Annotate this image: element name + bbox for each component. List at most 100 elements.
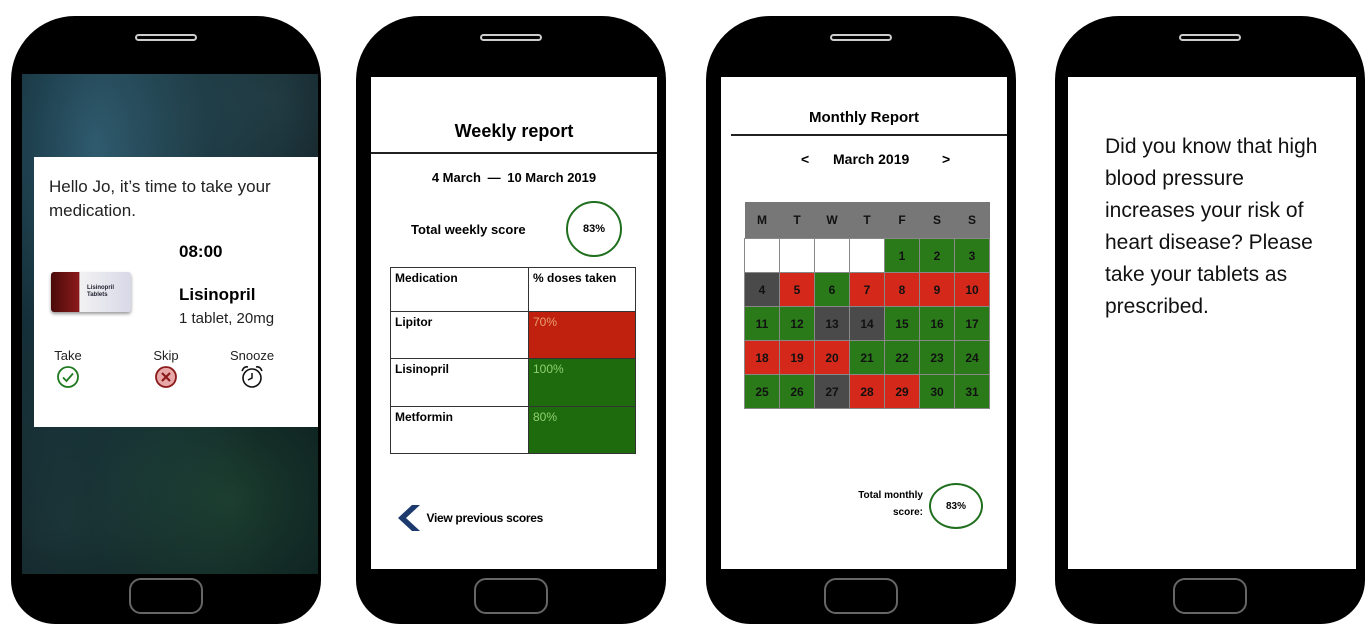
phone-health-tip: Did you know that high blood pressure in… (1055, 16, 1365, 624)
weekday-header: F (884, 202, 920, 239)
calendar-day-cell[interactable]: 28 (849, 374, 885, 409)
medication-cell: Metformin (390, 406, 529, 454)
weekly-screen: Weekly report 4 March — 10 March 2019 To… (371, 77, 657, 569)
calendar-day-cell[interactable]: 10 (954, 272, 990, 307)
home-button[interactable] (474, 578, 548, 614)
title-divider (731, 134, 1007, 136)
calendar-day-cell[interactable]: 9 (919, 272, 955, 307)
weekly-score-label: Total weekly score (411, 222, 526, 237)
dose-time: 08:00 (179, 242, 223, 261)
calendar-week-row: 123 (744, 238, 990, 273)
weekday-header: S (954, 202, 990, 239)
percent-cell: 80% (528, 406, 636, 454)
calendar-day-cell[interactable]: 21 (849, 340, 885, 375)
calendar-week-row: 25 26 27 28 29 30 31 (744, 374, 990, 409)
page-title: Monthly Report (809, 109, 919, 126)
phone-weekly-report: Weekly report 4 March — 10 March 2019 To… (356, 16, 666, 624)
calendar-day-cell[interactable]: 14 (849, 306, 885, 341)
calendar-empty-cell (814, 238, 850, 273)
medication-cell: Lisinopril (390, 358, 529, 407)
monthly-score-label: Total monthly score: (833, 487, 923, 521)
calendar-day-cell[interactable]: 13 (814, 306, 850, 341)
tip-screen: Did you know that high blood pressure in… (1068, 77, 1356, 569)
weekday-header: T (779, 202, 815, 239)
table-row: Metformin 80% (390, 406, 636, 454)
monthly-score-label-line1: Total monthly (858, 490, 923, 501)
alarm-clock-icon[interactable] (239, 364, 265, 390)
weekly-score-badge: 83% (566, 201, 622, 257)
calendar-day-cell[interactable]: 19 (779, 340, 815, 375)
weekday-header: S (919, 202, 955, 239)
calendar-day-cell[interactable]: 4 (744, 272, 780, 307)
calendar-day-cell[interactable]: 17 (954, 306, 990, 341)
weekday-header: M (744, 202, 780, 239)
check-circle-icon[interactable] (56, 365, 80, 389)
medication-box-image: Lisinopril Tablets (51, 272, 131, 312)
x-circle-icon[interactable] (154, 365, 178, 389)
percent-cell: 70% (528, 311, 636, 359)
calendar-day-cell[interactable]: 5 (779, 272, 815, 307)
calendar-day-cell[interactable]: 2 (919, 238, 955, 273)
calendar-day-cell[interactable]: 3 (954, 238, 990, 273)
calendar-day-cell[interactable]: 6 (814, 272, 850, 307)
calendar-day-cell[interactable]: 16 (919, 306, 955, 341)
medication-cell: Lipitor (390, 311, 529, 359)
speaker-grille (1179, 34, 1241, 41)
table-row: Lipitor 70% (390, 311, 636, 359)
skip-action[interactable]: Skip (146, 348, 186, 394)
table-row: Lisinopril 100% (390, 358, 636, 407)
home-button[interactable] (1173, 578, 1247, 614)
calendar-day-cell[interactable]: 1 (884, 238, 920, 273)
calendar-day-cell[interactable]: 12 (779, 306, 815, 341)
phone-monthly-report: Monthly Report < March 2019 > MTWTFSS 12… (706, 16, 1016, 624)
medication-name: Lisinopril (179, 285, 256, 304)
monthly-score-label-line2: score: (892, 507, 923, 518)
calendar-empty-cell (779, 238, 815, 273)
chevron-left-icon (398, 505, 420, 531)
calendar-week-row: 4 5 6 7 8 9 10 (744, 272, 990, 307)
column-header-medication: Medication (390, 267, 529, 312)
column-header-percent: % doses taken (528, 267, 636, 312)
home-button[interactable] (129, 578, 203, 614)
calendar-day-cell[interactable]: 31 (954, 374, 990, 409)
range-end: 10 March 2019 (507, 170, 597, 185)
monthly-score-badge: 83% (929, 483, 983, 529)
calendar-empty-cell (744, 238, 780, 273)
calendar-day-cell[interactable]: 24 (954, 340, 990, 375)
calendar-day-cell[interactable]: 25 (744, 374, 780, 409)
speaker-grille (830, 34, 892, 41)
page-title: Weekly report (454, 121, 574, 141)
calendar-day-cell[interactable]: 29 (884, 374, 920, 409)
calendar-day-cell[interactable]: 30 (919, 374, 955, 409)
take-action[interactable]: Take (48, 348, 88, 394)
calendar-empty-cell (849, 238, 885, 273)
calendar-day-cell[interactable]: 26 (779, 374, 815, 409)
calendar-day-cell[interactable]: 20 (814, 340, 850, 375)
calendar-day-cell[interactable]: 15 (884, 306, 920, 341)
calendar-week-row: 18 19 20 21 22 23 24 (744, 340, 990, 375)
health-fact-text: Did you know that high blood pressure in… (1105, 135, 1318, 318)
monthly-screen: Monthly Report < March 2019 > MTWTFSS 12… (721, 77, 1007, 569)
snooze-action[interactable]: Snooze (226, 348, 278, 395)
view-previous-label: View previous scores (426, 511, 543, 525)
calendar-day-cell[interactable]: 11 (744, 306, 780, 341)
calendar-day-cell[interactable]: 27 (814, 374, 850, 409)
calendar-day-cell[interactable]: 22 (884, 340, 920, 375)
speaker-grille (135, 34, 197, 41)
calendar-day-cell[interactable]: 8 (884, 272, 920, 307)
medication-dose: 1 tablet, 20mg (179, 310, 275, 327)
next-month-button[interactable]: > (942, 151, 950, 167)
range-start: 4 March (431, 170, 481, 185)
snooze-label: Snooze (229, 348, 275, 363)
home-button[interactable] (824, 578, 898, 614)
calendar-week-row: 11 12 13 14 15 16 17 (744, 306, 990, 341)
calendar-day-cell[interactable]: 23 (919, 340, 955, 375)
view-previous-link[interactable]: View previous scores (398, 505, 543, 531)
date-range: 4 March — 10 March 2019 (371, 170, 657, 185)
title-divider (371, 152, 657, 154)
speaker-grille (480, 34, 542, 41)
calendar-day-cell[interactable]: 7 (849, 272, 885, 307)
prev-month-button[interactable]: < (801, 151, 809, 167)
calendar-day-cell[interactable]: 18 (744, 340, 780, 375)
phone-reminder: Hello Jo, it’s time to take your medicat… (11, 16, 321, 624)
